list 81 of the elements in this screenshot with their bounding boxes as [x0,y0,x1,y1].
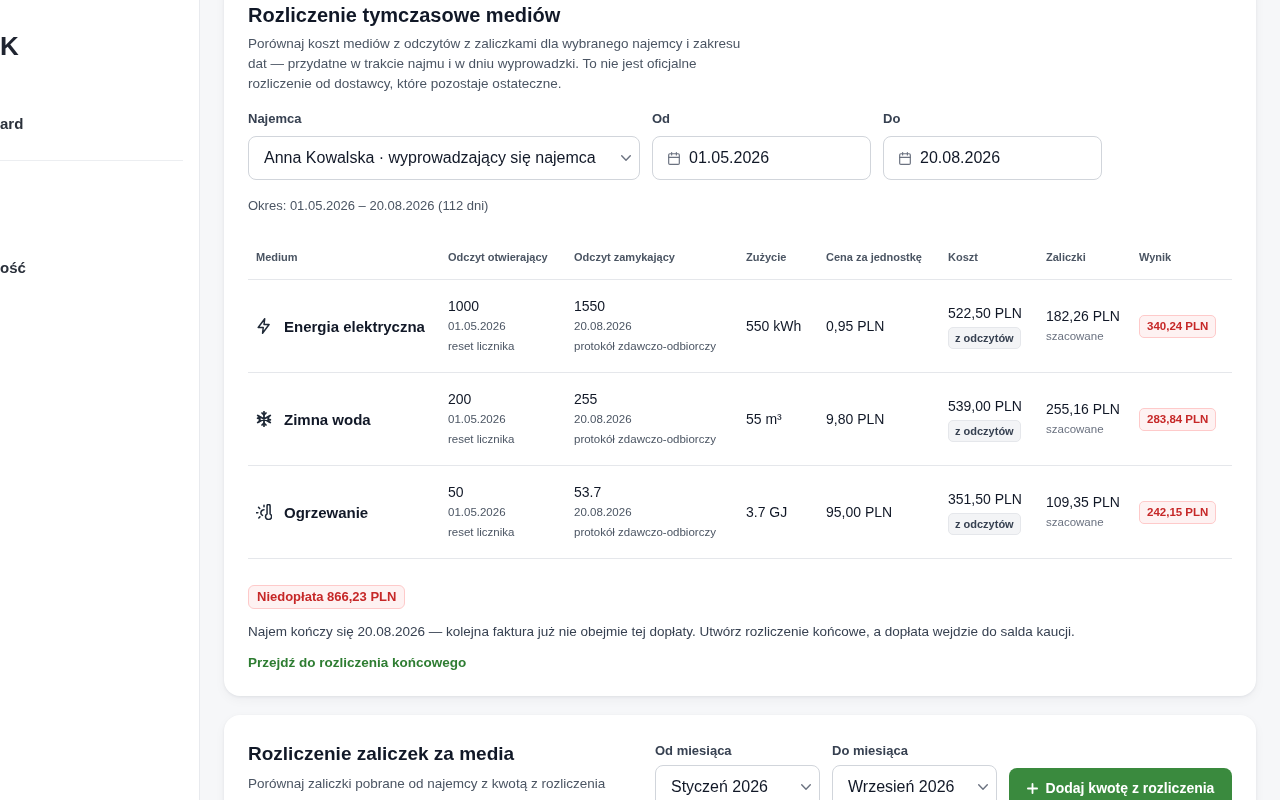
reading-value: 53.7 [574,483,602,502]
underpayment-badge: Niedopłata 866,23 PLN [248,585,406,609]
field-label: Do miesiąca [832,743,908,759]
advances-note: szacowane [1046,422,1104,437]
thermometer-sun-icon [256,504,272,520]
column-header: Cena za jednostkę [826,250,922,263]
reading-value: 1550 [574,297,606,316]
calendar-icon [668,151,680,165]
reading-note: protokół zdawczo-odbiorczy [574,525,716,540]
usage-value: 550 kWh [746,318,802,334]
field-label: Od miesiąca [655,743,732,759]
chevron-down-icon [801,784,811,790]
tenant-select[interactable]: Anna Kowalska · wyprowadzający się najemca [248,136,640,180]
field-label: Od [652,111,671,127]
final-settlement-link[interactable]: Przejdź do rozliczenia końcowego [248,654,467,672]
unit-price: 95,00 PLN [826,504,893,520]
column-header: Medium [256,250,298,263]
reading-value: 200 [448,390,472,409]
unit-price: 0,95 PLN [826,318,885,334]
field-label: Najemca [248,111,302,127]
source-badge: z odczytów [948,327,1021,349]
reading-value: 1000 [448,297,480,316]
advances-note: szacowane [1046,329,1104,344]
advances-note: szacowane [1046,515,1104,530]
date-field[interactable]: 20.08.2026 [883,136,1102,180]
nav-item[interactable]: ard [0,114,24,134]
calendar-icon [899,151,911,165]
chevron-down-icon [621,155,631,161]
period-text: Okres: 01.05.2026 – 20.08.2026 (112 dni) [248,198,489,214]
field-label: Do [883,111,901,127]
cost-value: 522,50 PLN [948,304,1022,323]
settlement-note: Najem kończy się 20.08.2026 — kolejna faktura już nie obejmie tej dopłaty. Utwórz rozliczenie końcowe, a dopłata wejdzie do salda kaucji. [248,623,1075,641]
column-header: Zużycie [746,250,787,263]
card-description: Porównaj koszt mediów z odczytów z zaliczkami dla wybranego najemcy i zakresu dat — przydatne w trakcie najmu i w dniu wyprowadzki. To nie jest oficjalne rozliczenie od dostawcy, które pozostaje ostateczne. [248,35,742,93]
reading-date: 20.08.2026 [574,505,632,520]
reading-value: 50 [448,483,464,502]
advances-value: 109,35 PLN [1046,493,1120,512]
month-select[interactable]: Styczeń 2026 [655,765,820,800]
column-header: Odczyt otwierający [448,250,548,263]
lightning-bolt-icon [256,318,272,334]
source-badge: z odczytów [948,420,1021,442]
card-title: Rozliczenie zaliczek za media [248,742,515,766]
reading-note: reset licznika [448,432,515,447]
reading-date: 01.05.2026 [448,505,506,520]
column-header: Koszt [948,250,978,263]
card-title: Rozliczenie tymczasowe mediów [248,3,561,28]
chevron-down-icon [978,784,988,790]
unit-price: 9,80 PLN [826,411,885,427]
result-badge: 242,15 PLN [1139,500,1217,524]
reading-value: 255 [574,390,598,409]
cost-value: 539,00 PLN [948,397,1022,416]
medium-name: Energia elektryczna [284,317,425,335]
nav-item[interactable]: ość [0,258,26,278]
snowflake-icon [256,411,272,427]
date-field[interactable]: 01.05.2026 [652,136,871,180]
medium-name: Ogrzewanie [284,503,369,521]
advances-value: 182,26 PLN [1046,307,1120,326]
source-badge: z odczytów [948,513,1021,535]
card-description: Porównaj zaliczki pobrane od najemcy z kwotą z rozliczenia [248,775,606,793]
column-header: Odczyt zamykający [574,250,675,263]
add-amount-button[interactable]: Dodaj kwotę z rozliczenia [1009,768,1232,800]
reading-date: 20.08.2026 [574,319,632,334]
reading-note: protokół zdawczo-odbiorczy [574,432,716,447]
result-badge: 283,84 PLN [1139,407,1217,431]
column-header: Wynik [1139,250,1172,263]
reading-note: protokół zdawczo-odbiorczy [574,339,716,354]
reading-date: 20.08.2026 [574,412,632,427]
reading-date: 01.05.2026 [448,412,506,427]
medium-name: Zimna woda [284,410,371,428]
column-header: Zaliczki [1046,250,1086,263]
logo-text: K [0,32,19,60]
usage-value: 3.7 GJ [746,504,788,520]
reading-date: 01.05.2026 [448,319,506,334]
reading-note: reset licznika [448,339,515,354]
advances-value: 255,16 PLN [1046,400,1120,419]
reading-note: reset licznika [448,525,515,540]
result-badge: 340,24 PLN [1139,314,1217,338]
usage-value: 55 m³ [746,411,782,427]
cost-value: 351,50 PLN [948,490,1022,509]
month-select[interactable]: Wrzesień 2026 [832,765,997,800]
plus-icon [1026,782,1038,794]
